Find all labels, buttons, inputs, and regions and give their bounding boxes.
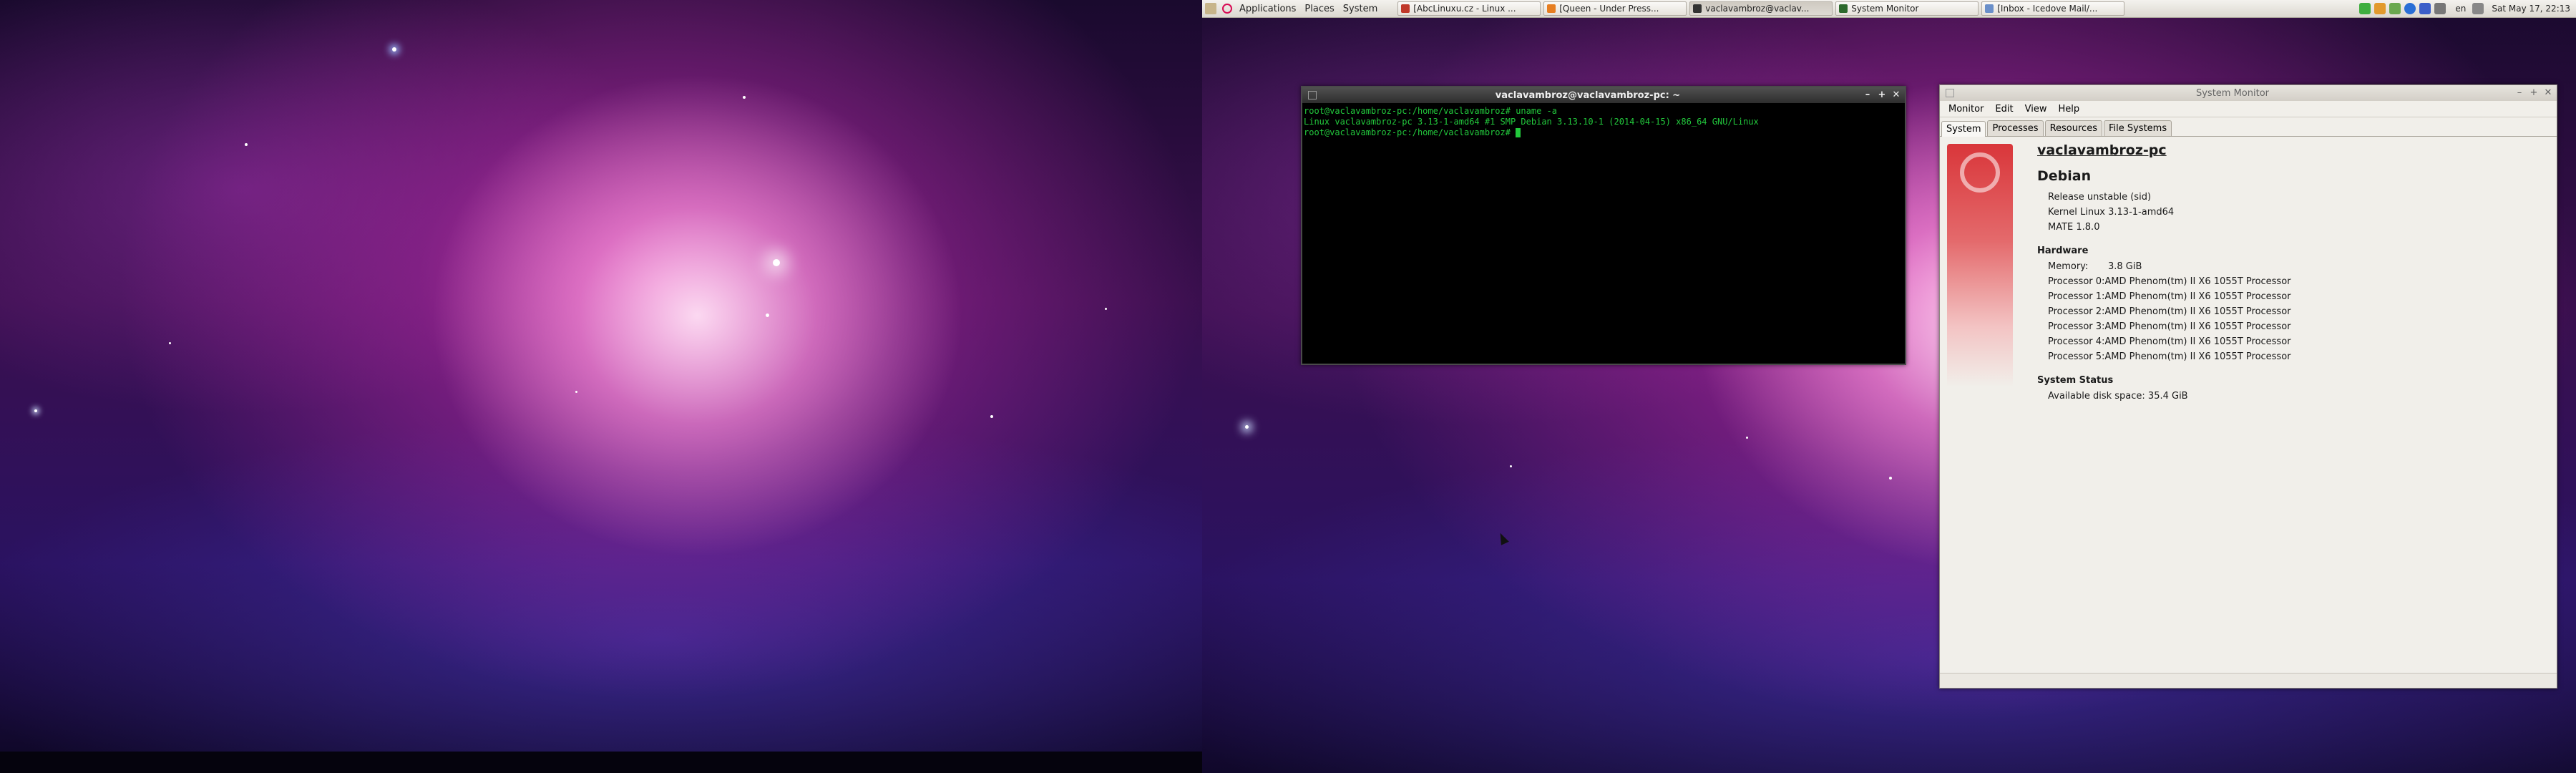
system-monitor-window[interactable]: System Monitor – + ✕ Monitor Edit View H… [1939, 84, 2557, 689]
processor-value: AMD Phenom(tm) II X6 1055T Processor [2104, 291, 2291, 302]
hostname: vaclavambroz-pc [2037, 142, 2167, 158]
sysmon-title: System Monitor [2195, 87, 2270, 99]
task-app-icon [1985, 4, 1994, 13]
mouse-pointer [1496, 531, 1509, 545]
applications-menu[interactable]: Applications [1235, 0, 1300, 17]
taskbar-button[interactable]: vaclavambroz@vaclav... [1689, 1, 1833, 16]
kernel-info: Kernel Linux 3.13-1-amd64 [2048, 207, 2175, 218]
system-menu[interactable]: System [1339, 0, 1382, 17]
tab-system[interactable]: System [1941, 121, 1986, 137]
close-button[interactable]: ✕ [1890, 89, 1902, 101]
taskbar-button[interactable]: [Queen - Under Press... [1543, 1, 1687, 16]
menu-help[interactable]: Help [2052, 104, 2085, 115]
processor-value: AMD Phenom(tm) II X6 1055T Processor [2104, 276, 2291, 287]
terminal-line: root@vaclavambroz-pc:/home/vaclavambroz#… [1304, 106, 1558, 116]
debian-swirl-icon[interactable] [1222, 4, 1232, 14]
maximize-button[interactable]: + [1876, 89, 1888, 101]
statusbar [1940, 673, 2557, 688]
memory-value: 3.8 GiB [2108, 261, 2142, 272]
terminal-output[interactable]: root@vaclavambroz-pc:/home/vaclavambroz#… [1302, 103, 1905, 141]
taskbar-button[interactable]: System Monitor [1835, 1, 1979, 16]
terminal-titlebar[interactable]: vaclavambroz@vaclavambroz-pc: ~ – + ✕ [1302, 87, 1905, 103]
memory-row: Memory: 3.8 GiB [2048, 259, 2291, 274]
power-icon[interactable] [2434, 3, 2446, 14]
clock[interactable]: Sat May 17, 22:13 [2492, 4, 2570, 14]
processor-row: Processor 1: AMD Phenom(tm) II X6 1055T P… [2048, 289, 2291, 304]
processor-value: AMD Phenom(tm) II X6 1055T Processor [2104, 321, 2291, 332]
package-icon[interactable] [2374, 3, 2386, 14]
system-info: vaclavambroz-pc Debian Release unstable … [2037, 142, 2291, 404]
bluetooth-icon[interactable] [2419, 3, 2431, 14]
taskbar-button[interactable]: [Inbox - Icedove Mail/... [1981, 1, 2125, 16]
processor-label: Processor 5: [2048, 351, 2105, 362]
system-tab-content: vaclavambroz-pc Debian Release unstable … [1940, 137, 2557, 666]
top-panel: Applications Places System [AbcLinuxu.cz… [1202, 0, 2576, 18]
processor-row: Processor 5: AMD Phenom(tm) II X6 1055T P… [2048, 349, 2291, 364]
hp-printer-icon[interactable] [2404, 3, 2416, 14]
processor-row: Processor 0: AMD Phenom(tm) II X6 1055T P… [2048, 274, 2291, 289]
menu-edit[interactable]: Edit [1989, 104, 2019, 115]
menu-view[interactable]: View [2019, 104, 2053, 115]
volume-icon[interactable] [2472, 3, 2484, 14]
window-menu-icon[interactable] [1946, 89, 1954, 97]
left-desktop-wallpaper [0, 0, 1202, 752]
processor-label: Processor 3: [2048, 321, 2105, 332]
terminal-prompt: root@vaclavambroz-pc:/home/vaclavambroz# [1304, 127, 1516, 137]
folder-icon[interactable] [1205, 3, 1216, 14]
close-button[interactable]: ✕ [2542, 87, 2554, 99]
menu-monitor[interactable]: Monitor [1943, 104, 1989, 115]
task-label: [Inbox - Icedove Mail/... [1997, 4, 2098, 14]
terminal-window[interactable]: vaclavambroz@vaclavambroz-pc: ~ – + ✕ ro… [1301, 86, 1906, 365]
task-app-icon [1693, 4, 1702, 13]
update-check-icon[interactable] [2359, 3, 2371, 14]
sysmon-menubar: Monitor Edit View Help [1940, 101, 2557, 117]
task-label: vaclavambroz@vaclav... [1705, 4, 1810, 14]
processor-value: AMD Phenom(tm) II X6 1055T Processor [2104, 336, 2291, 347]
minimize-button[interactable]: – [2514, 87, 2525, 99]
processor-row: Processor 2: AMD Phenom(tm) II X6 1055T P… [2048, 304, 2291, 319]
status-heading: System Status [2037, 375, 2114, 386]
processor-label: Processor 1: [2048, 291, 2105, 302]
places-menu[interactable]: Places [1300, 0, 1338, 17]
tab-file-systems[interactable]: File Systems [2103, 120, 2172, 136]
task-label: System Monitor [1851, 4, 1919, 14]
disk-space: Available disk space: 35.4 GiB [2048, 391, 2188, 402]
minimize-button[interactable]: – [1862, 89, 1873, 101]
tab-processes[interactable]: Processes [1987, 120, 2044, 136]
task-app-icon [1547, 4, 1556, 13]
sysmon-tabs: System Processes Resources File Systems [1940, 117, 2557, 137]
processor-label: Processor 2: [2048, 306, 2105, 317]
task-app-icon [1839, 4, 1848, 13]
processor-value: AMD Phenom(tm) II X6 1055T Processor [2104, 351, 2291, 362]
taskbar-button[interactable]: [AbcLinuxu.cz - Linux ... [1397, 1, 1541, 16]
processor-row: Processor 4: AMD Phenom(tm) II X6 1055T P… [2048, 334, 2291, 349]
distro-name: Debian [2037, 168, 2092, 184]
keyboard-layout-indicator[interactable]: en [2455, 4, 2466, 14]
memory-label: Memory: [2048, 261, 2089, 272]
processor-value: AMD Phenom(tm) II X6 1055T Processor [2104, 306, 2291, 317]
tab-resources[interactable]: Resources [2044, 120, 2102, 136]
maximize-button[interactable]: + [2528, 87, 2540, 99]
terminal-cursor [1516, 128, 1521, 137]
network-icon[interactable] [2389, 3, 2401, 14]
processor-row: Processor 3: AMD Phenom(tm) II X6 1055T P… [2048, 319, 2291, 334]
task-app-icon [1401, 4, 1410, 13]
terminal-line: Linux vaclavambroz-pc 3.13-1-amd64 #1 SM… [1304, 117, 1759, 127]
processor-label: Processor 4: [2048, 336, 2105, 347]
task-label: [Queen - Under Press... [1559, 4, 1659, 14]
system-tray: en Sat May 17, 22:13 [2359, 3, 2576, 14]
distro-logo [1947, 144, 2013, 387]
debian-logo-icon [1960, 152, 2000, 193]
processor-label: Processor 0: [2048, 276, 2105, 287]
window-menu-icon[interactable] [1308, 91, 1317, 99]
hardware-heading: Hardware [2037, 245, 2089, 256]
release-info: Release unstable (sid) [2048, 192, 2152, 203]
sysmon-titlebar[interactable]: System Monitor – + ✕ [1940, 85, 2557, 101]
task-label: [AbcLinuxu.cz - Linux ... [1413, 4, 1516, 14]
desktop-info: MATE 1.8.0 [2048, 222, 2100, 233]
terminal-title: vaclavambroz@vaclavambroz-pc: ~ [1495, 89, 1681, 101]
